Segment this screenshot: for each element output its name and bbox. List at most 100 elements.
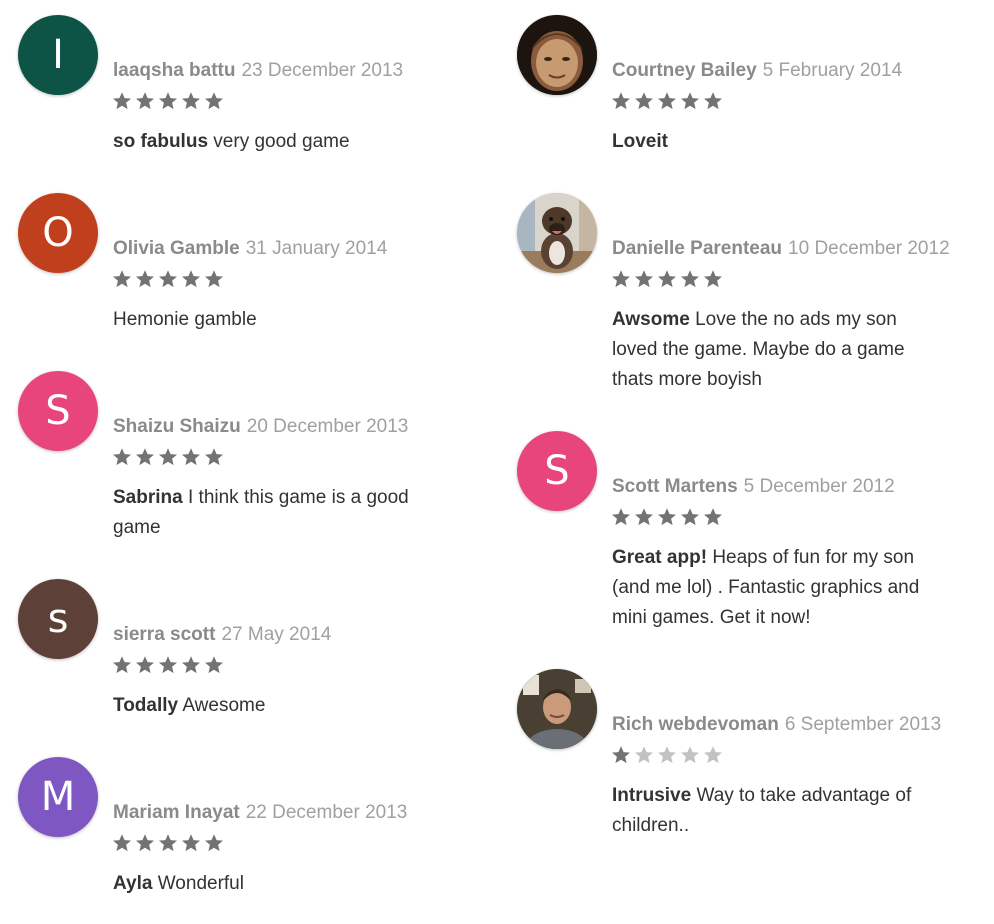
review-body: very good game [213,131,350,152]
review-text: so fabulus very good game [113,127,433,157]
review-text: Sabrina I think this game is a good game [113,483,433,543]
review-date: 5 February 2014 [762,60,903,81]
star-empty-icon [635,746,653,764]
star-rating [112,833,224,853]
star-empty-icon [704,746,722,764]
review-date: 31 January 2014 [245,238,388,259]
author-name[interactable]: sierra scott [113,624,215,645]
star-filled-icon [658,508,676,526]
star-rating [611,269,723,289]
avatar[interactable]: s [18,579,98,659]
review-text: Todally Awesome [113,691,433,721]
star-filled-icon [182,834,200,852]
review-meta: Scott Martens 5 December 2012 [612,475,895,499]
avatar-letter: S [544,448,570,494]
star-filled-icon [159,656,177,674]
review-date: 10 December 2012 [788,238,950,259]
avatar[interactable]: S [18,371,98,451]
review-title: Awsome [612,309,690,330]
author-name[interactable]: Scott Martens [612,476,738,497]
star-filled-icon [205,834,223,852]
star-filled-icon [658,92,676,110]
star-filled-icon [113,92,131,110]
star-filled-icon [182,656,200,674]
avatar-letter: M [40,774,76,820]
star-filled-icon [205,270,223,288]
review-title: Loveit [612,131,668,152]
star-rating [611,507,723,527]
avatar[interactable]: I [18,15,98,95]
star-filled-icon [182,448,200,466]
review-meta: sierra scott 27 May 2014 [113,623,331,647]
star-filled-icon [113,656,131,674]
review-date: 27 May 2014 [221,624,332,645]
star-filled-icon [704,508,722,526]
avatar-letter: O [42,210,74,256]
star-filled-icon [113,270,131,288]
star-filled-icon [113,834,131,852]
avatar-letter: s [47,596,69,642]
avatar[interactable]: O [18,193,98,273]
star-rating [112,269,224,289]
star-filled-icon [182,270,200,288]
man-photo-icon [517,669,597,749]
review-date: 6 September 2013 [784,714,942,735]
star-rating [112,91,224,111]
star-rating [112,447,224,467]
star-rating [611,91,723,111]
avatar[interactable] [517,193,597,273]
author-name[interactable]: Shaizu Shaizu [113,416,241,437]
review-text: Great app! Heaps of fun for my son (and … [612,543,932,633]
star-filled-icon [612,270,630,288]
star-filled-icon [113,448,131,466]
star-filled-icon [635,508,653,526]
review-date: 22 December 2013 [245,802,408,823]
avatar[interactable]: M [18,757,98,837]
star-filled-icon [205,448,223,466]
review-date: 20 December 2013 [246,416,409,437]
star-filled-icon [681,92,699,110]
star-filled-icon [635,270,653,288]
star-filled-icon [681,508,699,526]
review-body: Awesome [182,695,266,716]
review-body: Hemonie gamble [113,309,257,330]
review-meta: Mariam Inayat 22 December 2013 [113,801,407,825]
star-filled-icon [635,92,653,110]
review-meta: laaqsha battu 23 December 2013 [113,59,403,83]
review-meta: Courtney Bailey 5 February 2014 [612,59,902,83]
author-name[interactable]: Courtney Bailey [612,60,757,81]
star-filled-icon [136,92,154,110]
star-rating [112,655,224,675]
review-title: Todally [113,695,179,716]
star-filled-icon [136,448,154,466]
star-filled-icon [612,92,630,110]
avatar-letter: S [45,388,71,434]
author-name[interactable]: Mariam Inayat [113,802,240,823]
review-title: Sabrina [113,487,183,508]
review-title: Intrusive [612,785,692,806]
author-name[interactable]: laaqsha battu [113,60,235,81]
review-title: Great app! [612,547,708,568]
author-name[interactable]: Danielle Parenteau [612,238,782,259]
dog-photo-icon [517,193,597,273]
star-filled-icon [205,92,223,110]
review-text: Hemonie gamble [113,305,433,335]
avatar[interactable] [517,15,597,95]
star-empty-icon [681,746,699,764]
star-filled-icon [658,270,676,288]
avatar[interactable]: S [517,431,597,511]
star-filled-icon [159,92,177,110]
star-filled-icon [159,834,177,852]
star-filled-icon [612,508,630,526]
review-date: 23 December 2013 [241,60,404,81]
author-name[interactable]: Olivia Gamble [113,238,240,259]
review-text: Ayla Wonderful [113,869,433,899]
star-filled-icon [159,448,177,466]
star-filled-icon [159,270,177,288]
review-meta: Olivia Gamble 31 January 2014 [113,237,387,261]
author-name[interactable]: Rich webdevoman [612,714,779,735]
review-title: Ayla [113,873,153,894]
avatar[interactable] [517,669,597,749]
review-meta: Shaizu Shaizu 20 December 2013 [113,415,408,439]
review-title: so fabulus [113,131,209,152]
